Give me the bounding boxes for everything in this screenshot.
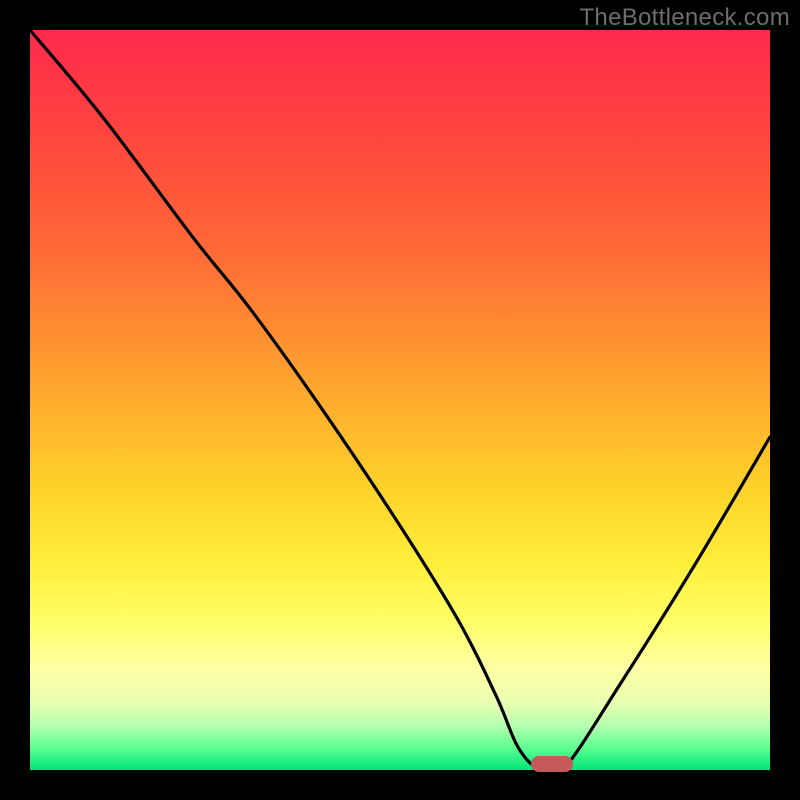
plot-area — [30, 30, 770, 770]
chart-frame: TheBottleneck.com — [0, 0, 800, 800]
watermark-text: TheBottleneck.com — [579, 4, 790, 32]
bottleneck-curve — [30, 30, 770, 770]
optimal-marker — [531, 756, 573, 772]
